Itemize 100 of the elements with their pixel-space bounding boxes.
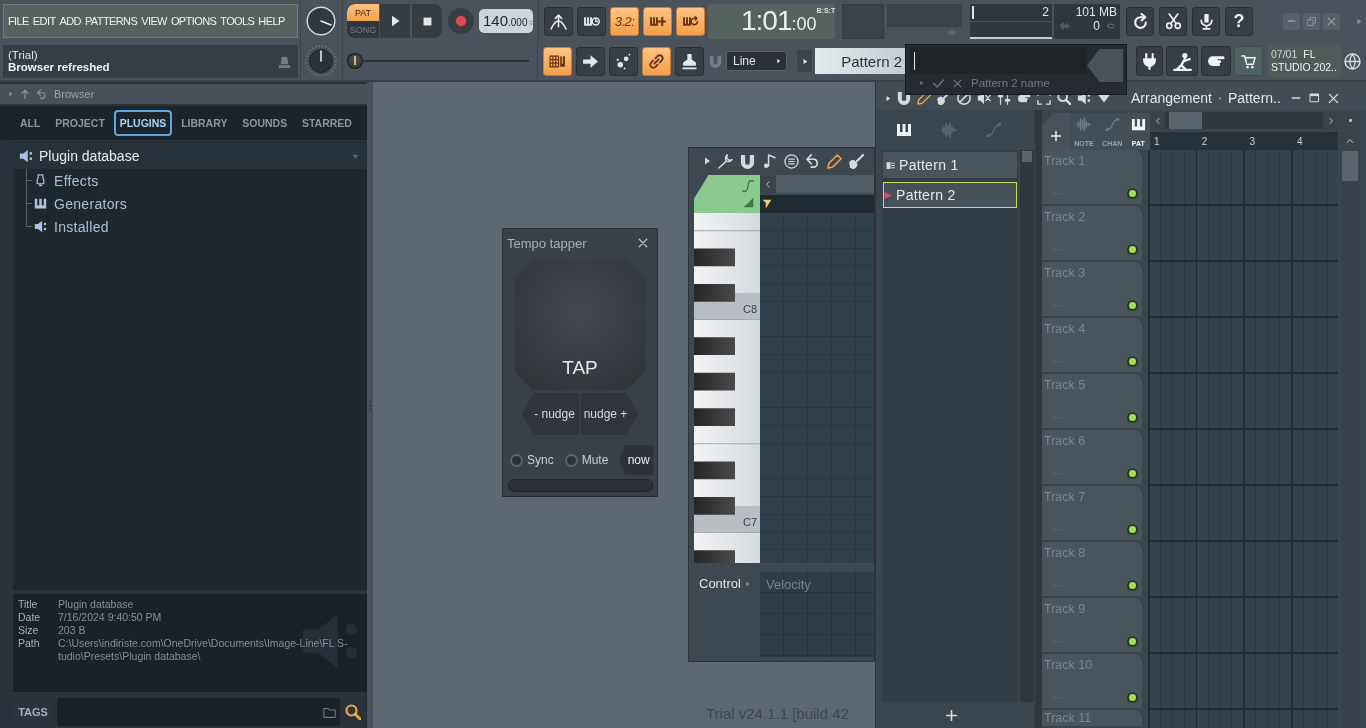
play-button[interactable] [380, 4, 410, 38]
track-enable-dot[interactable] [1127, 580, 1138, 591]
radio-option[interactable]: Mute [564, 453, 609, 467]
tree-folder[interactable]: Plugin database [13, 143, 367, 169]
close-button[interactable] [1323, 12, 1340, 30]
track-enable-dot[interactable] [1127, 356, 1138, 367]
track-enable-dot[interactable] [1127, 244, 1138, 255]
scroll-right-button[interactable] [1323, 112, 1338, 129]
nudge-button[interactable]: - nudge [521, 393, 580, 435]
browser-tab[interactable]: PROJECT [49, 110, 111, 136]
timeline-ruler[interactable]: 1 2 3 4 [1150, 132, 1338, 150]
track-enable-dot[interactable] [1127, 692, 1138, 703]
mode-toggle[interactable]: PAT [347, 4, 379, 21]
folder-icon[interactable] [323, 705, 336, 719]
undo-icon[interactable] [806, 154, 820, 168]
browser-tab[interactable]: LIBRARY [175, 110, 234, 136]
triangle-right-icon[interactable] [703, 157, 711, 165]
brush-icon[interactable] [849, 153, 864, 169]
pitch-knob[interactable] [304, 45, 337, 77]
close-icon[interactable] [953, 78, 962, 88]
plugin-button[interactable] [1136, 46, 1163, 76]
menu-item[interactable]: FILE [8, 15, 29, 27]
pattern-item[interactable]: Pattern 1 [883, 152, 1017, 178]
wrench-icon[interactable] [718, 153, 733, 169]
radio-option[interactable]: Sync [510, 453, 554, 467]
menu-item[interactable]: VIEW [141, 15, 167, 27]
tree-item[interactable]: Generators [26, 192, 128, 215]
toolbar-button[interactable]: 3.2: [610, 6, 639, 36]
browser-tab[interactable]: STARRED [295, 110, 358, 136]
menu-item[interactable]: TOOLS [220, 15, 255, 27]
track-enable-dot[interactable] [1127, 636, 1138, 647]
tap-pad[interactable]: TAP [514, 260, 646, 390]
close-icon[interactable] [638, 238, 648, 248]
toolbar-button[interactable] [675, 46, 704, 76]
menu-item[interactable]: PATTERNS [84, 15, 138, 27]
scrollbar-thumb[interactable] [1169, 112, 1202, 129]
tree-item[interactable]: Installed [26, 215, 109, 238]
triangle-right-icon[interactable] [919, 79, 924, 87]
scrollbar-track[interactable] [1020, 150, 1034, 702]
shop-button[interactable] [1234, 46, 1263, 76]
check-icon[interactable] [933, 77, 944, 89]
up-arrow-icon[interactable] [20, 89, 30, 99]
volume-knob[interactable] [305, 6, 336, 36]
toolbar-button[interactable] [577, 6, 606, 36]
magnet-icon[interactable] [740, 153, 755, 169]
scrollbar-thumb[interactable] [1342, 151, 1358, 181]
track-enable-dot[interactable] [1127, 300, 1138, 311]
menu-item[interactable]: EDIT [32, 15, 56, 27]
search-icon[interactable] [345, 704, 361, 720]
control-label[interactable]: Control [699, 576, 741, 591]
record-audio-button[interactable] [1192, 6, 1220, 36]
pattern-selector[interactable]: Pattern 2 [815, 48, 907, 74]
piano-keys-drawing[interactable] [694, 213, 760, 563]
radio-indicator[interactable] [510, 453, 523, 467]
snap-dropdown[interactable]: Line [726, 51, 787, 71]
radio-indicator[interactable] [564, 453, 578, 467]
breadcrumb-item[interactable]: Pattern.. [1227, 90, 1281, 106]
slider-handle[interactable] [347, 53, 363, 69]
track-enable-dot[interactable] [1127, 412, 1138, 423]
velocity-pane[interactable]: Velocity [760, 572, 874, 657]
keys-icon[interactable] [896, 122, 912, 138]
scroll-left-button[interactable] [1150, 112, 1165, 129]
now-button[interactable]: now [619, 445, 653, 475]
toolbar-button[interactable] [609, 46, 638, 76]
tool-tab[interactable] [694, 175, 760, 213]
add-track-tab[interactable] [1042, 113, 1070, 150]
menu-item[interactable]: HELP [258, 15, 285, 27]
browser-tab[interactable]: ALL [14, 110, 47, 136]
record-button[interactable] [448, 8, 474, 34]
triangle-right-icon[interactable] [744, 579, 750, 588]
globe-icon[interactable] [1344, 52, 1361, 70]
add-icon[interactable] [946, 709, 957, 721]
tree-item[interactable]: Effects [26, 169, 99, 192]
gesture-button[interactable] [1201, 46, 1231, 76]
breadcrumb-item[interactable]: Arrangement [1131, 90, 1212, 106]
toolbar-button[interactable] [576, 46, 605, 76]
maximize-icon[interactable] [1308, 93, 1320, 103]
note-icon[interactable] [762, 153, 777, 169]
tags-field[interactable] [57, 698, 340, 726]
pencil-icon[interactable] [827, 153, 842, 169]
toolbar-button[interactable] [544, 6, 573, 36]
nudge-button[interactable]: nudge + [580, 393, 639, 435]
minimize-icon[interactable] [1290, 97, 1301, 99]
pattern-item[interactable]: Pattern 2 [883, 182, 1017, 208]
horizontal-scrollbar[interactable] [760, 175, 874, 193]
menu-item[interactable]: OPTIONS [170, 15, 217, 27]
toolbar-button[interactable] [642, 46, 671, 76]
news-panel[interactable]: 07/01 FL STUDIO 202.. [1268, 44, 1341, 78]
track-enable-dot[interactable] [1127, 524, 1138, 535]
menu-item[interactable]: ADD [59, 15, 81, 27]
track-enable-dot[interactable] [1127, 468, 1138, 479]
toolbar-button[interactable] [676, 6, 705, 36]
browser-tab[interactable]: SOUNDS [236, 110, 294, 136]
cut-tool-button[interactable] [1159, 6, 1187, 36]
toolbar-button[interactable] [643, 6, 672, 36]
tempo-field[interactable]: 140.000 [479, 9, 533, 33]
horizontal-scrollbar[interactable] [1150, 112, 1338, 129]
pattern-menu-button[interactable] [797, 50, 812, 72]
scrollbar-thumb[interactable] [1022, 151, 1032, 162]
stop-button[interactable] [412, 4, 442, 38]
